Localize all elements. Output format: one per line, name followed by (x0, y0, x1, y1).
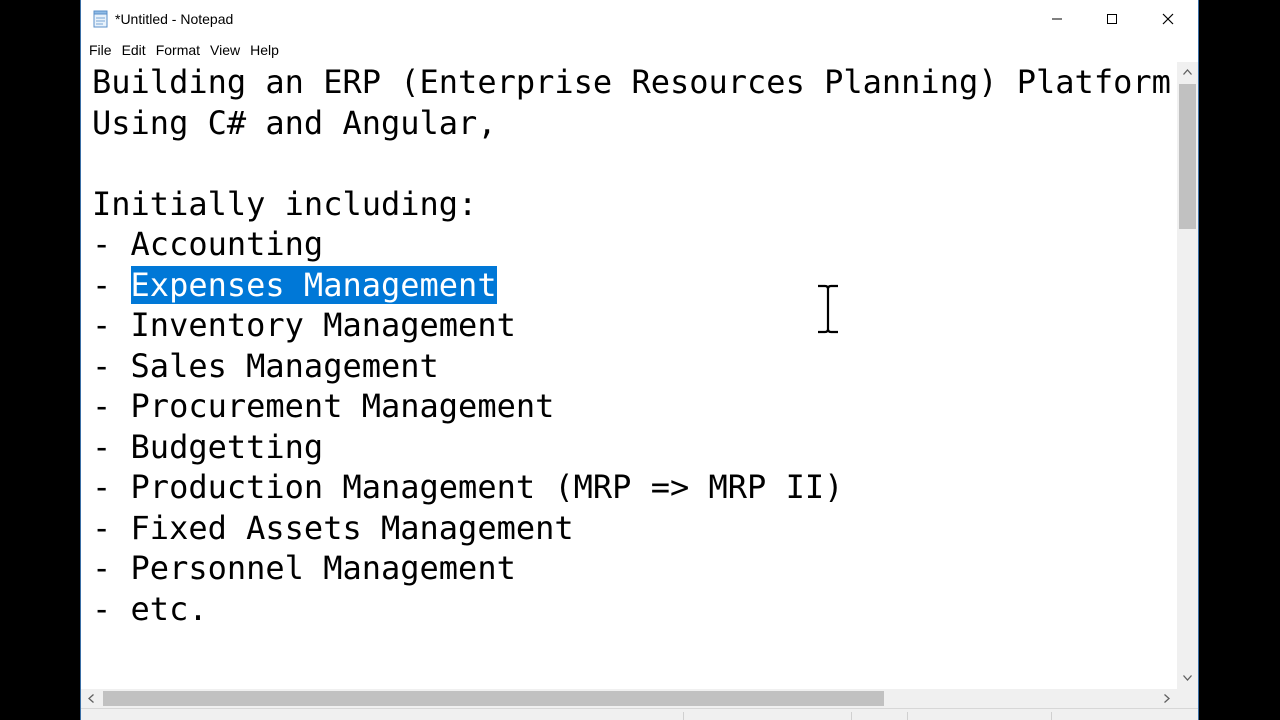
chevron-down-icon (1183, 675, 1192, 681)
scroll-left-button[interactable] (81, 689, 101, 708)
text-editor-area[interactable]: Building an ERP (Enterprise Resources Pl… (81, 62, 1177, 689)
horizontal-scroll-thumb[interactable] (103, 691, 884, 706)
chevron-left-icon (88, 694, 94, 703)
text-line[interactable]: - Personnel Management (92, 548, 516, 588)
text-line[interactable]: Using C# and Angular, (92, 103, 497, 143)
text-line[interactable]: - Budgetting (92, 427, 323, 467)
text-line[interactable]: - Fixed Assets Management (92, 508, 574, 548)
text-line[interactable]: - Accounting (92, 224, 323, 264)
menu-view[interactable]: View (205, 40, 245, 60)
notepad-window: *Untitled - Notepad File Edit Format Vie… (80, 0, 1199, 720)
status-bar (81, 708, 1198, 720)
chevron-up-icon (1183, 69, 1192, 75)
menu-bar: File Edit Format View Help (81, 38, 1198, 62)
horizontal-scrollbar[interactable] (81, 689, 1177, 708)
ibeam-cursor-icon (818, 284, 838, 334)
vertical-scroll-thumb[interactable] (1179, 84, 1196, 229)
minimize-button[interactable] (1029, 0, 1085, 38)
notepad-app-icon[interactable] (93, 10, 109, 28)
close-icon (1162, 13, 1174, 25)
minimize-icon (1052, 18, 1062, 20)
text-line[interactable]: Initially including: (92, 184, 477, 224)
status-divider (851, 712, 852, 720)
title-bar[interactable]: *Untitled - Notepad (81, 0, 1198, 38)
menu-edit[interactable]: Edit (117, 40, 151, 60)
text-line[interactable]: - Production Management (MRP => MRP II) (92, 467, 843, 507)
status-divider (1051, 712, 1052, 720)
status-divider (683, 712, 684, 720)
window-title: *Untitled - Notepad (115, 11, 234, 27)
text-line[interactable]: - etc. (92, 589, 208, 629)
chevron-right-icon (1164, 694, 1170, 703)
maximize-button[interactable] (1084, 0, 1140, 38)
menu-file[interactable]: File (84, 40, 117, 60)
menu-format[interactable]: Format (151, 40, 205, 60)
text-selection[interactable]: Expenses Management (130, 266, 497, 304)
close-button[interactable] (1140, 0, 1196, 38)
menu-help[interactable]: Help (245, 40, 284, 60)
text-line[interactable]: - Sales Management (92, 346, 439, 386)
text-line[interactable]: - Procurement Management (92, 386, 554, 426)
scrollbar-corner (1177, 689, 1198, 708)
line-prefix: - (92, 266, 131, 304)
text-line[interactable]: - Inventory Management (92, 305, 516, 345)
vertical-scrollbar[interactable] (1177, 62, 1198, 689)
text-line[interactable]: Building an ERP (Enterprise Resources Pl… (92, 62, 1171, 102)
scroll-down-button[interactable] (1177, 668, 1198, 688)
scroll-right-button[interactable] (1157, 689, 1177, 708)
maximize-icon (1107, 14, 1117, 24)
text-line-selected[interactable]: - Expenses Management (92, 265, 497, 305)
status-divider (907, 712, 908, 720)
scroll-up-button[interactable] (1177, 62, 1198, 82)
